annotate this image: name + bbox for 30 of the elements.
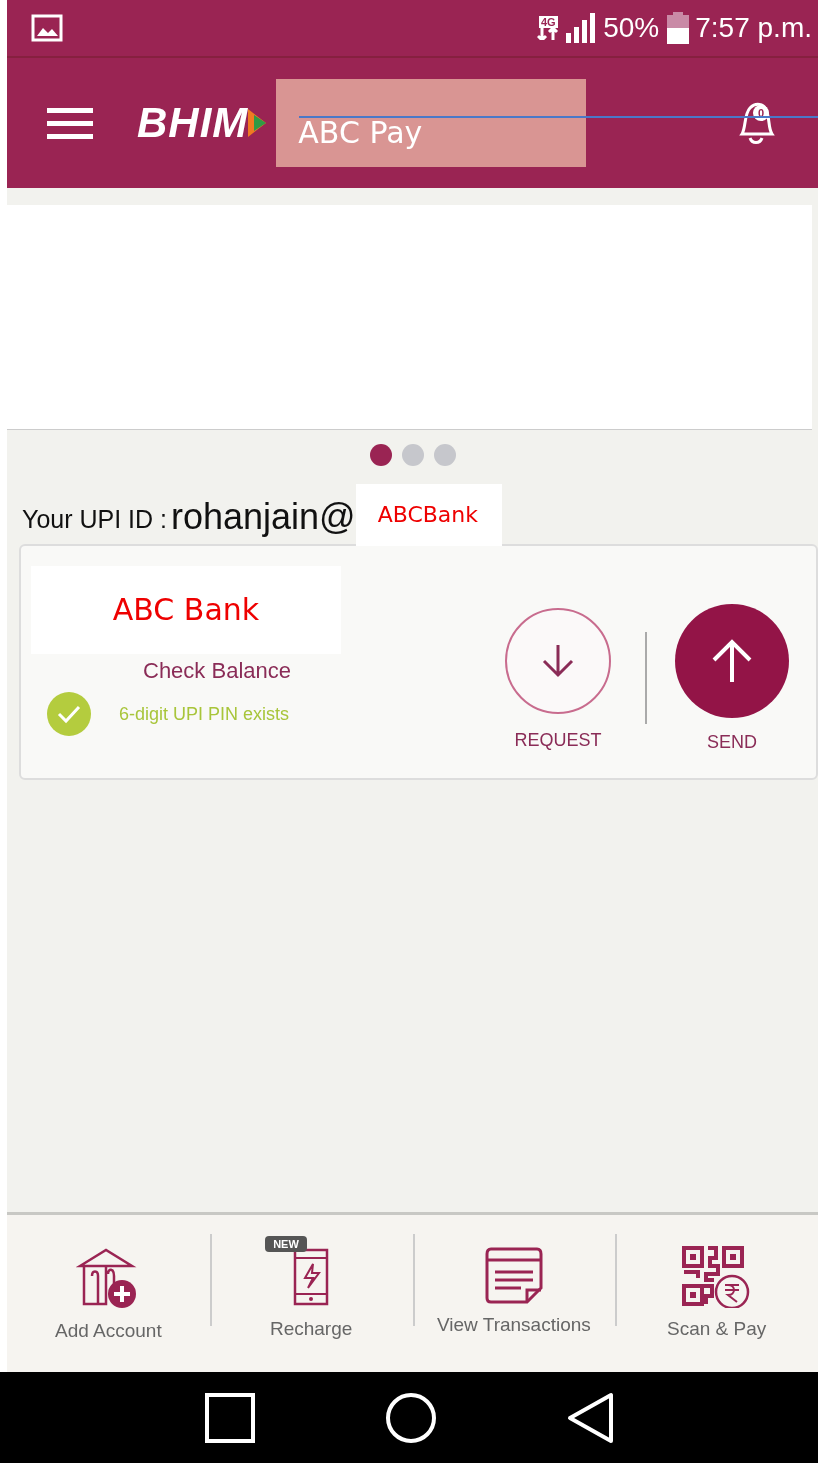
battery-icon: [667, 12, 690, 44]
nav-button[interactable]: Scan & Pay: [615, 1233, 818, 1354]
battery-percentage: 50%: [603, 12, 660, 44]
upi-id-label: Your UPI ID :: [22, 505, 167, 535]
qr-rupee-icon: [681, 1245, 752, 1308]
down-arrow-icon: [540, 643, 576, 679]
check-balance-link[interactable]: Check Balance: [143, 658, 451, 684]
logo-arrow-icon: [248, 107, 267, 139]
home-icon[interactable]: [385, 1391, 437, 1444]
bank-name: ABC Bank: [31, 566, 341, 654]
network-label: 4G: [538, 16, 558, 28]
back-icon[interactable]: [567, 1391, 613, 1444]
nav-button[interactable]: NEW Recharge: [209, 1233, 413, 1354]
data-arrows-icon: [537, 28, 560, 40]
bank-tag: ABCBank: [355, 484, 502, 546]
app-logo: BHIM: [137, 99, 249, 147]
nav-button[interactable]: View Transactions: [412, 1233, 616, 1354]
pin-status: 6-digit UPI PIN exists: [119, 703, 290, 725]
image-icon: [31, 14, 63, 42]
app-title: ABC Pay: [276, 79, 587, 167]
carousel-dot[interactable]: [369, 444, 392, 466]
recent-apps-icon[interactable]: [205, 1392, 255, 1443]
carousel-dot[interactable]: [433, 444, 456, 466]
signal-icon: [565, 13, 598, 43]
nav-button[interactable]: Add Account: [7, 1233, 210, 1354]
clock-time: 7:57 p.m.: [695, 12, 812, 44]
menu-icon[interactable]: [47, 106, 93, 140]
carousel-dot[interactable]: [401, 444, 424, 466]
upi-id-value: rohanjain@: [171, 496, 356, 539]
new-badge: NEW: [265, 1235, 307, 1252]
